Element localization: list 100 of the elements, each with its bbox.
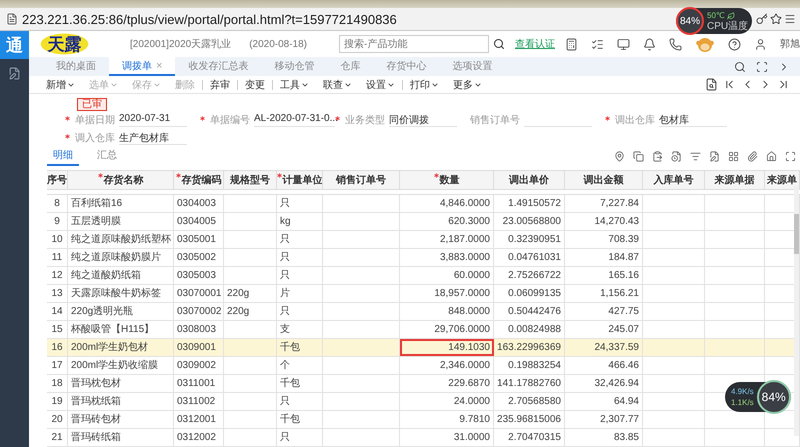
table-row[interactable]: 21 晋玛砖纸箱 0312002 只 31.0000 2.70470315 83.85	[47, 428, 800, 447]
search-field[interactable]: 搜索-产品功能	[339, 35, 489, 54]
column-header[interactable]: 入库单号	[643, 170, 705, 189]
table-cell: 2,187.0000	[400, 230, 494, 248]
toolbar-button[interactable]: 新增	[39, 78, 82, 92]
table-cell: 18	[47, 374, 68, 392]
field-value[interactable]: 包材库	[659, 113, 727, 128]
table-cell: 11	[47, 248, 68, 266]
toolbar-button[interactable]: 设置	[359, 78, 402, 92]
field-label: 业务类型	[345, 114, 385, 128]
table-cell: 200ml学生奶收缩膜	[68, 356, 174, 374]
field-value[interactable]: 2020-07-31	[119, 113, 187, 128]
table-cell: 15	[47, 320, 68, 338]
user-name[interactable]: 郭旭	[780, 37, 800, 52]
column-header[interactable]: 调出金额	[565, 170, 643, 189]
table-cell: 0.50442476	[494, 302, 565, 320]
table-cell: 466.46	[565, 356, 643, 374]
table-cell: 2,307.77	[565, 410, 643, 428]
table-cell: 天露原味酸牛奶标签	[68, 284, 174, 302]
table-cell: 0309002	[174, 356, 224, 374]
table-cell: 只	[277, 392, 323, 410]
column-header[interactable]: 数量	[400, 170, 494, 189]
table-cell: 只	[277, 248, 323, 266]
table-row[interactable]: 9 五层透明膜 0304005 kg 620.3000 23.00568800 14,270.43	[47, 212, 800, 231]
table-cell: 9	[47, 212, 68, 230]
company-name: [202001]2020天露乳业	[130, 38, 232, 52]
table-cell: 24.0000	[400, 392, 494, 410]
table-cell: 只	[277, 266, 323, 284]
toolbar-button[interactable]: 变更	[238, 78, 272, 92]
table-cell: 21	[47, 428, 68, 446]
column-header[interactable]: 计量单位	[277, 170, 323, 189]
cpu-usage: 84%	[680, 16, 700, 26]
table-row[interactable]: 12 纯之道酸奶纸箱 0305003 只 60.0000 2.75266722 165.16	[47, 266, 800, 285]
table-cell: 晋玛枕包材	[68, 374, 174, 392]
column-header[interactable]: 序号	[47, 170, 68, 189]
login-date: (2020-08-18)	[249, 38, 307, 50]
table-row[interactable]: 14 220g透明光瓶 03070002 220g 只 848.0000 0.50442476 427.75	[47, 302, 800, 321]
table-row[interactable]: 11 纯之道原味酸奶膜片 0305002 只 3,883.0000 0.04761031 184.87	[47, 248, 800, 267]
column-header[interactable]: 来源单据	[705, 170, 765, 189]
table-row[interactable]: 17 200ml学生奶收缩膜 0309002 个 2,346.0000 0.19883254 466.46	[47, 356, 800, 375]
page-tab[interactable]: 调拨单 ×	[109, 57, 176, 76]
table-cell: 848.0000	[400, 302, 494, 320]
table-cell: 杯酸吸管【H115】	[68, 320, 174, 338]
table-row[interactable]: 15 杯酸吸管【H115】 0308003 支 29,706.0000 0.00824988 245.07	[47, 320, 800, 339]
table-cell: 23.00568800	[494, 212, 565, 230]
table-row[interactable]: 16 200ml学生奶包材 0309001 千包 149.1030 163.22996369 24,337.59	[47, 338, 800, 357]
table-row[interactable]: 13 天露原味酸牛奶标签 03070001 220g 片 18,957.0000 0.06099135 1,156.21	[47, 284, 800, 303]
toolbar-button[interactable]: 工具	[273, 78, 316, 92]
column-header[interactable]: 规格型号	[224, 170, 277, 189]
table-cell: kg	[277, 212, 323, 230]
table-cell: 晋玛砖包材	[68, 410, 174, 428]
cpu-temperature: 50℃	[707, 10, 725, 21]
table-row[interactable]: 8 百利纸箱16 0304003 只 4,846.0000 1.49150572 7,227.84	[47, 194, 800, 213]
field-value[interactable]: AL-2020-07-31-0...	[254, 113, 335, 128]
column-header[interactable]: 存货编码	[174, 170, 224, 189]
toolbar-button[interactable]: 打印	[403, 78, 446, 92]
table-cell: 4,846.0000	[400, 194, 494, 212]
table-cell: 2,346.0000	[400, 356, 494, 374]
table-cell: 2.70470315	[494, 428, 565, 446]
table-cell: 64.94	[565, 392, 643, 410]
detail-tab[interactable]: 明细	[47, 148, 79, 166]
toolbar-button[interactable]: 更多	[446, 78, 489, 92]
table-cell: 0304003	[174, 194, 224, 212]
table-cell: 220g	[224, 302, 277, 320]
table-cell: 0305003	[174, 266, 224, 284]
url-text[interactable]: 223.221.36.25:86/tplus/view/portal/portal.html?t=1597721490836	[22, 12, 397, 26]
table-cell: 184.87	[565, 248, 643, 266]
table-cell: 10	[47, 230, 68, 248]
table-cell: 200ml学生奶包材	[68, 338, 174, 356]
table-cell: 0.04761031	[494, 248, 565, 266]
table-cell: 3,883.0000	[400, 248, 494, 266]
table-cell: 只	[277, 302, 323, 320]
download-speed: 1.1K/s	[731, 397, 754, 408]
toolbar-button[interactable]: 联查	[316, 78, 359, 92]
table-cell: 0305001	[174, 230, 224, 248]
field-value[interactable]: 生产包材库	[119, 131, 187, 146]
certification-link[interactable]: 查看认证	[515, 37, 555, 52]
table-cell: 32,426.94	[565, 374, 643, 392]
table-cell: 0305002	[174, 248, 224, 266]
table-row[interactable]: 10 纯之道原味酸奶纸塑杯 0305001 只 2,187.0000 0.32390951 708.39	[47, 230, 800, 249]
field-value[interactable]: 同价调拨	[389, 113, 457, 128]
table-cell: 千包	[277, 410, 323, 428]
table-row[interactable]: 20 晋玛砖包材 0312001 千包 9.7810 235.96815006 2,307.77	[47, 410, 800, 429]
table-cell: 427.75	[565, 302, 643, 320]
column-header[interactable]: 存货名称	[68, 170, 174, 189]
table-cell: 229.6870	[400, 374, 494, 392]
column-header[interactable]: 调出单价	[494, 170, 565, 189]
table-cell: 0308003	[174, 320, 224, 338]
column-header[interactable]: 销售订单号	[323, 170, 400, 189]
table-cell: 晋玛砖纸箱	[68, 428, 174, 446]
sidebar-logo[interactable]: 通	[0, 31, 29, 59]
table-cell: 0304005	[174, 212, 224, 230]
table-cell: 0311002	[174, 392, 224, 410]
memory-usage: 84%	[762, 390, 786, 404]
table-cell: 个	[277, 356, 323, 374]
detail-tab[interactable]: 汇总	[91, 148, 123, 166]
table-cell: 只	[277, 428, 323, 446]
table-cell: 31.0000	[400, 428, 494, 446]
table-cell: 五层透明膜	[68, 212, 174, 230]
toolbar-button[interactable]: 弃审	[203, 78, 237, 92]
